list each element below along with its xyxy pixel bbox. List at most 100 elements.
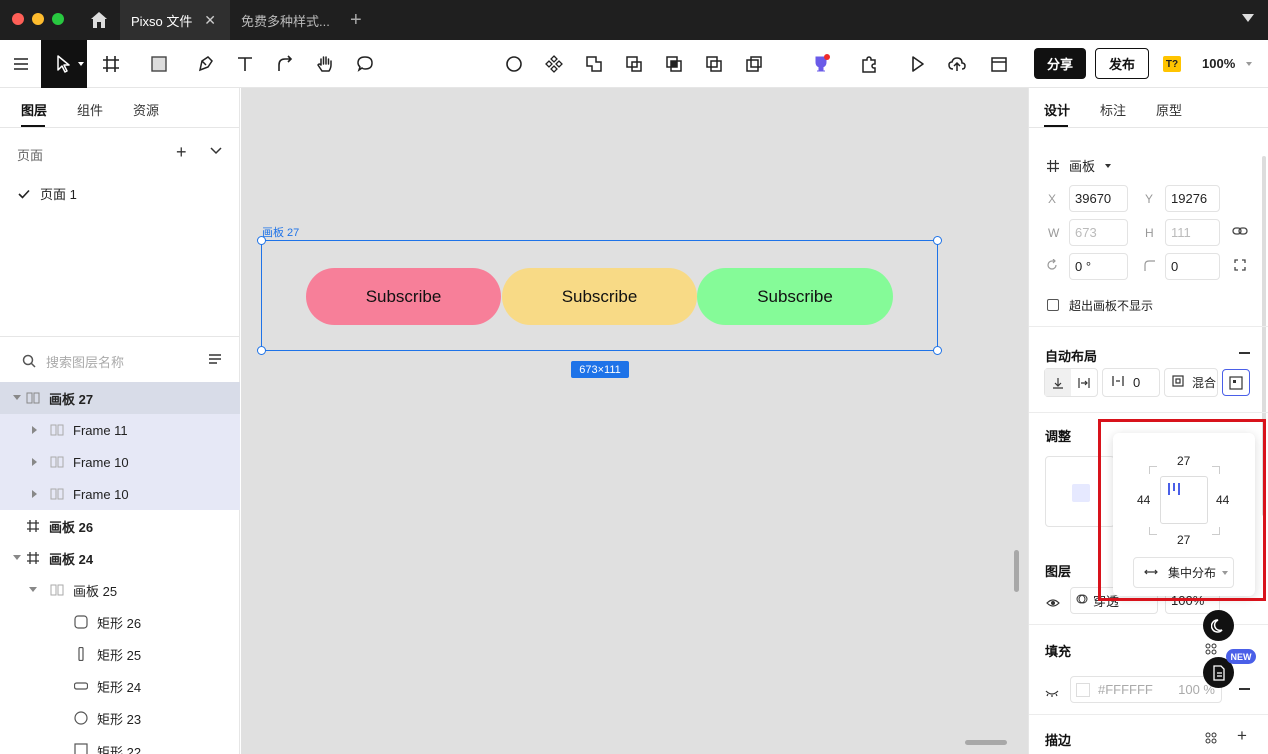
flatten-icon[interactable] (742, 52, 766, 76)
tab-design[interactable]: 设计 (1044, 100, 1070, 119)
alignment-cell[interactable] (1072, 484, 1090, 502)
subscribe-button-pink[interactable]: Subscribe (306, 268, 501, 325)
tab-inspect[interactable]: 标注 (1100, 100, 1126, 119)
horizontal-direction-icon[interactable] (1071, 369, 1097, 396)
trophy-icon[interactable] (809, 52, 833, 76)
tab-layers[interactable]: 图层 (21, 100, 47, 119)
expand-icon[interactable] (32, 490, 37, 498)
eye-closed-icon[interactable] (1045, 685, 1059, 700)
share-button[interactable]: 分享 (1034, 48, 1086, 79)
vertical-scrollbar[interactable] (1014, 550, 1019, 592)
clip-content-checkbox[interactable] (1047, 299, 1059, 311)
collapse-icon[interactable] (29, 587, 37, 592)
home-icon[interactable] (90, 11, 108, 29)
tab-assets[interactable]: 资源 (133, 100, 159, 119)
subscribe-button-green[interactable]: Subscribe (697, 268, 893, 325)
layer-row[interactable]: 矩形 24 (0, 670, 240, 702)
link-icon[interactable] (1232, 224, 1248, 239)
layer-row[interactable]: 画板 25 (0, 574, 240, 606)
padding-mode[interactable]: 混合 (1164, 368, 1218, 397)
layer-row[interactable]: Frame 10 (0, 478, 240, 510)
search-input[interactable]: 搜索图层名称 (46, 352, 124, 371)
chevron-down-icon[interactable] (209, 144, 223, 159)
horizontal-scrollbar[interactable] (965, 740, 1007, 745)
tab-prototype[interactable]: 原型 (1156, 100, 1182, 119)
alignment-settings-button[interactable] (1222, 369, 1250, 396)
dark-mode-button[interactable] (1203, 610, 1234, 641)
x-field[interactable]: 39670 (1069, 185, 1128, 212)
frame-type-selector[interactable]: 画板 (1047, 156, 1112, 175)
canvas[interactable]: 画板 27 Subscribe Subscribe Subscribe 673×… (241, 88, 1028, 754)
ellipse-icon[interactable] (502, 52, 526, 76)
fill-color-field[interactable]: #FFFFFF 100 % (1070, 676, 1222, 703)
plugin-icon[interactable] (857, 52, 881, 76)
frame-tool-icon[interactable] (99, 52, 123, 76)
publish-button[interactable]: 发布 (1095, 48, 1149, 79)
tab-components[interactable]: 组件 (77, 100, 103, 119)
resize-handle[interactable] (933, 346, 942, 355)
tab-pixso-file[interactable]: Pixso 文件 ✕ (120, 0, 230, 40)
layer-search[interactable]: 搜索图层名称 (22, 351, 222, 371)
resize-handle[interactable] (257, 236, 266, 245)
subscribe-button-yellow[interactable]: Subscribe (502, 268, 697, 325)
layer-row[interactable]: 矩形 26 (0, 606, 240, 638)
rectangle-tool-icon[interactable] (147, 52, 171, 76)
corner-radius-field[interactable]: 0 (1165, 253, 1220, 280)
font-missing-badge[interactable]: T? (1163, 56, 1181, 72)
rotation-field[interactable]: 0 ° (1069, 253, 1128, 280)
boolean-subtract-icon[interactable] (622, 52, 646, 76)
stroke-style-icon[interactable] (1205, 732, 1217, 747)
fill-swatch[interactable] (1076, 682, 1090, 697)
expand-icon[interactable] (32, 458, 37, 466)
w-field[interactable]: 673 (1069, 219, 1128, 246)
y-field[interactable]: 19276 (1165, 185, 1220, 212)
boolean-exclude-icon[interactable] (702, 52, 726, 76)
vertical-direction-icon[interactable] (1045, 369, 1071, 396)
collapse-icon[interactable] (13, 555, 21, 560)
play-icon[interactable] (905, 52, 929, 76)
chevron-down-icon[interactable] (1242, 14, 1254, 22)
style-icon[interactable] (1205, 643, 1217, 658)
boolean-union-icon[interactable] (582, 52, 606, 76)
pen-tool-icon[interactable] (193, 52, 217, 76)
collapse-icon[interactable] (13, 395, 21, 400)
remove-auto-layout-icon[interactable] (1239, 352, 1250, 354)
move-tool[interactable] (41, 40, 87, 88)
new-tab-icon[interactable]: + (350, 9, 362, 32)
page-item[interactable]: 页面 1 (18, 184, 77, 203)
expand-icon[interactable] (32, 426, 37, 434)
direction-toggle[interactable] (1044, 368, 1098, 397)
layer-row[interactable]: 矩形 22 (0, 734, 240, 754)
maximize-window-button[interactable] (52, 13, 64, 25)
remove-fill-icon[interactable] (1239, 688, 1250, 690)
text-tool-icon[interactable] (233, 52, 257, 76)
layer-row[interactable]: 画板 27 (0, 382, 240, 414)
frame-label[interactable]: 画板 27 (262, 224, 299, 240)
zoom-level[interactable]: 100% (1202, 56, 1235, 71)
tab-template[interactable]: 免费多种样式... (241, 0, 341, 40)
close-tab-icon[interactable]: ✕ (204, 12, 216, 29)
add-stroke-icon[interactable]: + (1237, 726, 1247, 746)
independent-corners-icon[interactable] (1234, 259, 1246, 274)
upload-cloud-icon[interactable] (945, 52, 969, 76)
comment-tool-icon[interactable] (353, 52, 377, 76)
menu-icon[interactable] (9, 52, 33, 76)
resize-handle[interactable] (933, 236, 942, 245)
connector-tool-icon[interactable] (273, 52, 297, 76)
spacing-field[interactable]: 0 (1102, 368, 1160, 397)
layer-row[interactable]: Frame 11 (0, 414, 240, 446)
close-window-button[interactable] (12, 13, 24, 25)
layer-row[interactable]: 画板 26 (0, 510, 240, 542)
hand-tool-icon[interactable] (313, 52, 337, 76)
layer-row[interactable]: Frame 10 (0, 446, 240, 478)
component-icon[interactable] (542, 52, 566, 76)
minimize-window-button[interactable] (32, 13, 44, 25)
layout-view-icon[interactable] (987, 52, 1011, 76)
layer-row[interactable]: 矩形 25 (0, 638, 240, 670)
eye-icon[interactable] (1046, 596, 1060, 611)
h-field[interactable]: 111 (1165, 219, 1220, 246)
layer-row[interactable]: 画板 24 (0, 542, 240, 574)
add-page-icon[interactable]: + (176, 142, 187, 163)
zoom-caret[interactable] (1246, 62, 1252, 66)
boolean-intersect-icon[interactable] (662, 52, 686, 76)
